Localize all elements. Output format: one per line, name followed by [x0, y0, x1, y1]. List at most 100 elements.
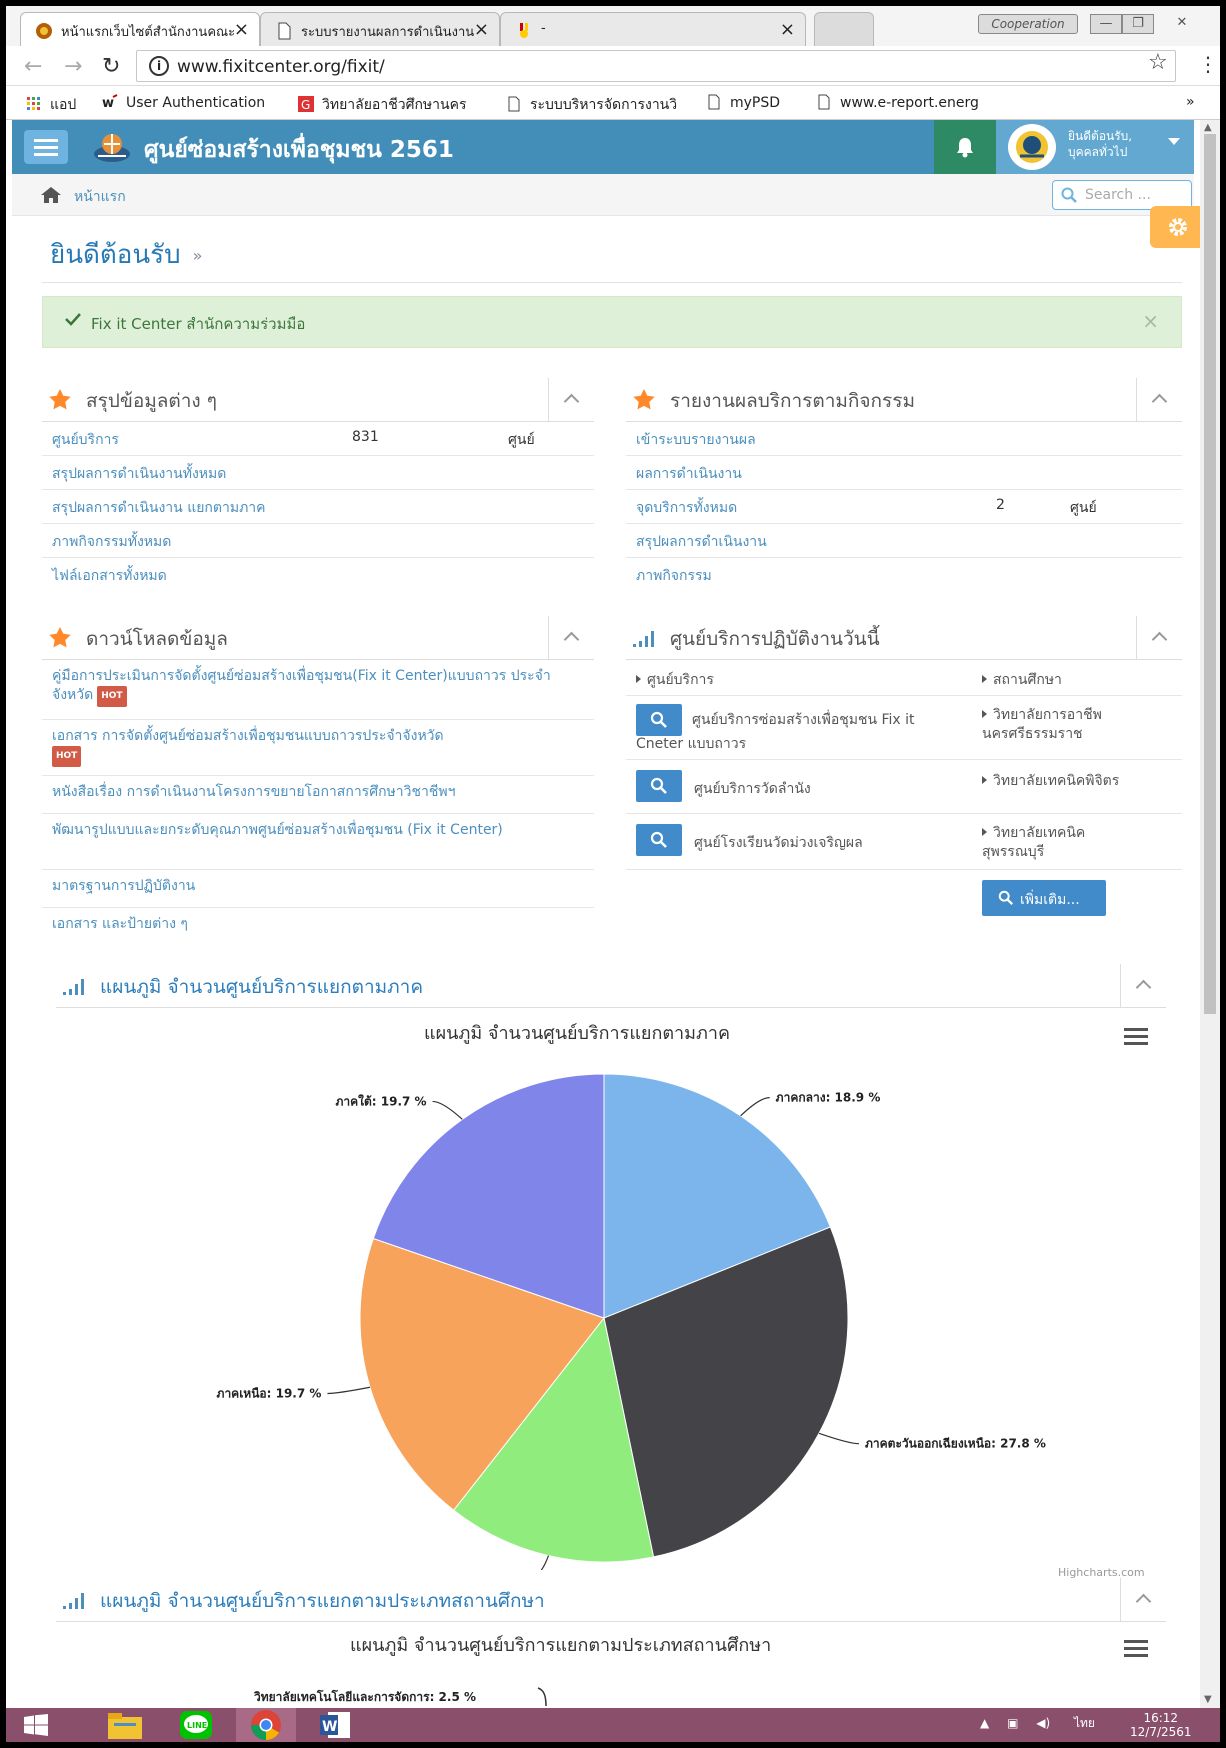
- list-item[interactable]: สรุปผลการดำเนินงาน: [626, 524, 1182, 558]
- close-icon[interactable]: ×: [1142, 309, 1159, 333]
- table-row: ศูนย์โรงเรียนวัดม่วงเจริญผล วิทยาลัยเทคน…: [626, 814, 1182, 870]
- region-chart-header: แผนภูมิ จำนวนศูนย์บริการแยกตามภาค: [56, 964, 1166, 1008]
- service-points-link[interactable]: จุดบริการทั้งหมด: [636, 500, 737, 516]
- system-tray: ▲ ▣ ◀) ไทย: [980, 1714, 1095, 1733]
- bar-chart-icon: [63, 979, 84, 995]
- bookmark-ereport[interactable]: www.e-report.energ: [816, 94, 996, 111]
- back-icon[interactable]: ←: [24, 54, 42, 79]
- browser-tab-strip: หน้าแรกเว็บไซต์สำนักงานคณะ × ระบบรายงานผ…: [6, 6, 1220, 46]
- site-title[interactable]: ศูนย์ซ่อมสร้างเพื่อชุมชน 2561: [144, 132, 454, 168]
- breadcrumb-home-link[interactable]: หน้าแรก: [74, 186, 126, 208]
- chrome-icon[interactable]: [236, 1708, 296, 1742]
- download-item[interactable]: มาตรฐานการปฏิบัติงาน: [42, 870, 594, 908]
- download-item[interactable]: หนังสือเรื่อง การดำเนินงานโครงการขยายโอก…: [42, 776, 594, 814]
- clock[interactable]: 16:12 12/7/2561: [1130, 1711, 1192, 1739]
- network-icon[interactable]: ▣: [1007, 1716, 1018, 1730]
- cooperation-profile-badge[interactable]: Cooperation: [978, 14, 1078, 34]
- list-item[interactable]: ภาพกิจกรรมทั้งหมด: [42, 524, 594, 558]
- info-icon[interactable]: i: [149, 56, 169, 76]
- close-tab-icon[interactable]: ×: [474, 19, 489, 40]
- search-icon: [650, 831, 667, 848]
- bookmark-star-icon[interactable]: ☆: [1148, 50, 1168, 75]
- service-centers-link[interactable]: ศูนย์บริการ: [52, 432, 119, 448]
- list-item[interactable]: ศูนย์บริการ 831 ศูนย์: [42, 422, 594, 456]
- forward-icon[interactable]: →: [64, 54, 82, 79]
- school-name: วิทยาลัยเทคนิคพิจิตร: [993, 773, 1120, 789]
- windows-start-icon[interactable]: [24, 1714, 48, 1736]
- list-item[interactable]: สรุปผลการดำเนินงานทั้งหมด: [42, 456, 594, 490]
- chart-menu-icon[interactable]: [1124, 1028, 1148, 1046]
- browser-menu-icon[interactable]: ⋮: [1198, 52, 1218, 76]
- notifications-button[interactable]: [934, 120, 996, 174]
- bookmark-management[interactable]: ระบบบริหารจัดการงานวิ: [506, 94, 696, 116]
- today-service-widget: ศูนย์บริการปฏิบัติงานวันนี้ ศูนย์บริการ …: [626, 616, 1182, 920]
- show-hidden-icons-icon[interactable]: ▲: [980, 1716, 989, 1730]
- collapse-toggle-button[interactable]: [548, 378, 594, 422]
- user-menu[interactable]: ยินดีต้อนรับ, บุคคลทั่วไป: [996, 120, 1194, 174]
- avatar: [1008, 124, 1056, 170]
- browser-tab-1[interactable]: หน้าแรกเว็บไซต์สำนักงานคณะ ×: [20, 12, 260, 46]
- language-indicator[interactable]: ไทย: [1074, 1716, 1095, 1730]
- collapse-toggle-button[interactable]: [1136, 378, 1182, 422]
- star-icon: [49, 627, 71, 648]
- scroll-down-icon[interactable]: ▼: [1204, 1694, 1212, 1705]
- bookmark-college[interactable]: G วิทยาลัยอาชีวศึกษานคร: [298, 94, 498, 116]
- download-widget: ดาวน์โหลดข้อมูล คู่มือการประเมินการจัดตั…: [42, 616, 594, 946]
- hot-badge: HOT: [52, 746, 82, 767]
- more-bookmarks-icon[interactable]: »: [1186, 94, 1195, 110]
- list-item[interactable]: ผลการดำเนินงาน: [626, 456, 1182, 490]
- scroll-up-icon[interactable]: ▲: [1204, 122, 1212, 133]
- download-item[interactable]: คู่มือการประเมินการจัดตั้งศูนย์ซ่อมสร้าง…: [42, 660, 594, 720]
- chart-menu-icon[interactable]: [1124, 1640, 1148, 1658]
- url-field[interactable]: i www.fixitcenter.org/fixit/: [136, 50, 1176, 82]
- collapse-toggle-button[interactable]: [1136, 616, 1182, 660]
- close-tab-icon[interactable]: ×: [234, 19, 249, 40]
- reload-icon[interactable]: ↻: [102, 54, 120, 79]
- list-item[interactable]: เข้าระบบรายงานผล: [626, 422, 1182, 456]
- collapse-toggle-button[interactable]: [1120, 964, 1166, 1008]
- list-item[interactable]: ไฟล์เอกสารทั้งหมด: [42, 558, 594, 592]
- bookmark-mypsd[interactable]: myPSD: [706, 94, 780, 111]
- settings-button[interactable]: [1150, 206, 1200, 248]
- collapse-toggle-button[interactable]: [548, 616, 594, 660]
- download-link[interactable]: คู่มือการประเมินการจัดตั้งศูนย์ซ่อมสร้าง…: [52, 668, 551, 703]
- more-button[interactable]: เพิ่มเติม...: [982, 880, 1106, 916]
- view-center-button[interactable]: [636, 770, 682, 802]
- collapse-toggle-button[interactable]: [1120, 1578, 1166, 1622]
- widget-title: แผนภูมิ จำนวนศูนย์บริการแยกตามภาค: [100, 976, 424, 998]
- check-icon: [65, 313, 81, 326]
- page-icon: [278, 22, 291, 40]
- list-item[interactable]: จุดบริการทั้งหมด 2 ศูนย์: [626, 490, 1182, 524]
- download-item[interactable]: เอกสาร การจัดตั้งศูนย์ซ่อมสร้างเพื่อชุมช…: [42, 720, 594, 776]
- restore-icon[interactable]: ❐: [1122, 14, 1154, 34]
- bookmark-user-auth[interactable]: w User Authentication: [102, 94, 265, 111]
- page-icon: [818, 94, 830, 110]
- download-link[interactable]: เอกสาร การจัดตั้งศูนย์ซ่อมสร้างเพื่อชุมช…: [52, 728, 444, 744]
- divider: [42, 282, 1182, 283]
- download-item[interactable]: พัฒนารูปแบบและยกระดับคุณภาพศูนย์ซ่อมสร้า…: [42, 814, 594, 870]
- list-item[interactable]: ภาพกิจกรรม: [626, 558, 1182, 592]
- new-tab-button[interactable]: [814, 12, 874, 46]
- file-explorer-icon[interactable]: [96, 1708, 156, 1742]
- word-icon[interactable]: W: [306, 1708, 366, 1742]
- browser-tab-3[interactable]: - ×: [500, 12, 806, 46]
- close-tab-icon[interactable]: ×: [780, 19, 795, 40]
- column-label: ศูนย์บริการ: [647, 672, 714, 688]
- widget-header: รายงานผลบริการตามกิจกรรม: [626, 378, 1182, 422]
- column-header-service: ศูนย์บริการ: [636, 669, 714, 691]
- label-connector: [432, 1100, 463, 1120]
- browser-tab-2[interactable]: ระบบรายงานผลการดำเนินงาน ×: [260, 12, 500, 46]
- line-app-icon[interactable]: LINE: [166, 1708, 226, 1742]
- scrollbar[interactable]: ▲ ▼: [1200, 120, 1220, 1708]
- widget-title: ศูนย์บริการปฏิบัติงานวันนี้: [670, 628, 880, 650]
- school-name: วิทยาลัยเทคนิคสุพรรณบุรี: [982, 825, 1086, 860]
- download-item[interactable]: เอกสาร และป้ายต่าง ๆ: [42, 908, 594, 946]
- close-window-icon[interactable]: ✕: [1166, 14, 1198, 34]
- volume-icon[interactable]: ◀): [1036, 1716, 1050, 1730]
- bookmark-apps[interactable]: แอป: [26, 94, 76, 116]
- list-item[interactable]: สรุปผลการดำเนินงาน แยกตามภาค: [42, 490, 594, 524]
- minimize-icon[interactable]: —: [1090, 14, 1122, 34]
- view-center-button[interactable]: [636, 824, 682, 856]
- scroll-thumb[interactable]: [1204, 134, 1216, 1014]
- menu-toggle-button[interactable]: [24, 130, 68, 164]
